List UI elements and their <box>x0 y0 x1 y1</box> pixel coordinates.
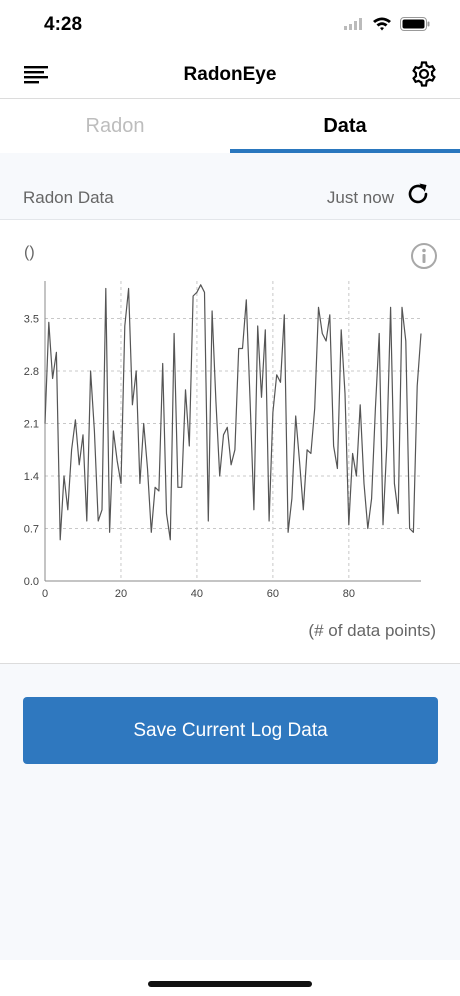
y-tick-label: 1.4 <box>24 471 39 483</box>
home-indicator <box>148 981 312 987</box>
line-chart: 0.0 0.7 1.4 2.1 2.8 3.5 0 20 40 60 80 <box>24 281 422 600</box>
y-tick-label: 0.0 <box>24 576 39 588</box>
y-tick-label: 2.8 <box>24 366 39 378</box>
x-tick-label: 80 <box>343 588 355 600</box>
last-updated: Just now <box>326 188 394 207</box>
refresh-icon[interactable] <box>404 180 432 208</box>
y-tick-label: 0.7 <box>24 524 39 536</box>
y-tick-label: 3.5 <box>24 314 39 326</box>
y-tick-label: 2.1 <box>24 419 39 431</box>
x-tick-label: 60 <box>267 588 279 600</box>
wifi-icon <box>373 17 391 31</box>
save-log-button[interactable]: Save Current Log Data <box>23 697 438 764</box>
tab-bar: Radon Data <box>0 99 460 153</box>
chart-card: () 0.0 0.7 1.4 2.1 2.8 3.5 0 20 40 60 80 (# of dat… <box>0 220 460 664</box>
save-log-button-label: Save Current Log Data <box>133 719 328 741</box>
x-tick-label: 20 <box>115 588 127 600</box>
gear-icon[interactable] <box>410 60 438 88</box>
battery-icon <box>400 16 430 31</box>
tab-data[interactable]: Data <box>230 99 460 153</box>
status-icons <box>344 16 430 31</box>
signal-icon <box>344 17 362 30</box>
status-time: 4:28 <box>44 14 83 35</box>
x-axis-caption: (# of data points) <box>308 621 436 640</box>
data-series-line <box>44 284 422 541</box>
x-tick-label: 0 <box>42 588 48 600</box>
tab-radon[interactable]: Radon <box>0 99 230 153</box>
nav-bar: RadonEye <box>0 50 460 99</box>
section-title: Radon Data <box>23 188 114 207</box>
x-tick-label: 40 <box>191 588 203 600</box>
page-title: RadonEye <box>183 64 277 85</box>
section-header: Radon Data Just now <box>0 153 460 220</box>
status-bar: 4:28 <box>0 0 460 50</box>
